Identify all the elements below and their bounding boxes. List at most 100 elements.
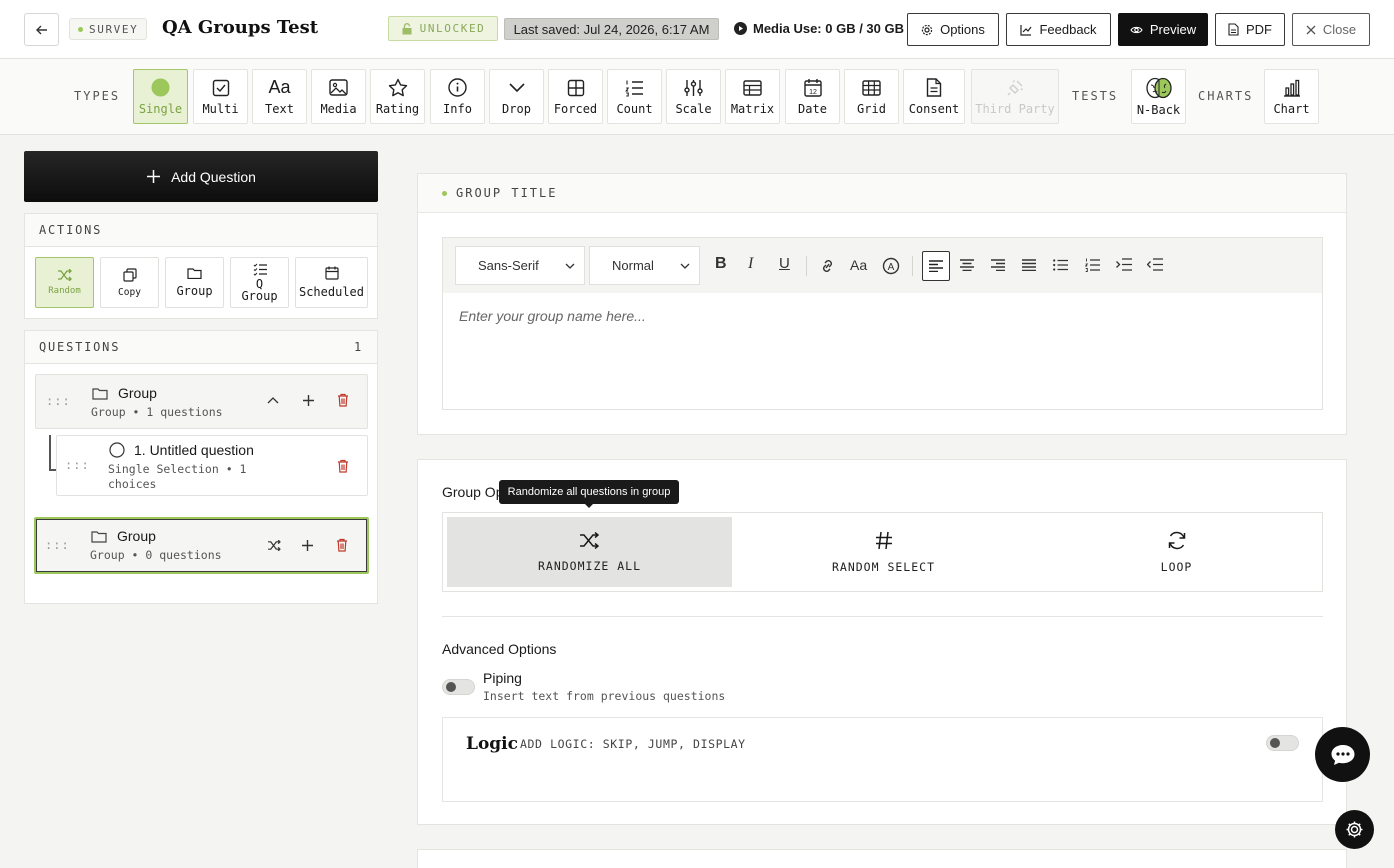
link-icon[interactable] [819, 258, 836, 274]
question-list-item-group-selected[interactable]: ::: Group Group • 0 questions [34, 517, 369, 574]
line-chart-icon [1020, 24, 1032, 36]
question-list-item[interactable]: ::: 1. Untitled question Single Selectio… [56, 435, 368, 496]
status-dot-icon [442, 190, 447, 196]
folder-icon [91, 531, 107, 543]
group-title-card: GROUP TITLE Sans-Serif Normal B I U Aa A [417, 173, 1347, 435]
chevron-down-icon [565, 263, 575, 269]
font-family-select[interactable]: Sans-Serif [455, 246, 585, 285]
pdf-button[interactable]: PDF [1215, 13, 1285, 46]
questions-panel: QUESTIONS 1 ::: Group Group • 1 question… [24, 330, 378, 604]
type-multi-button[interactable]: Multi [193, 69, 248, 124]
drag-handle-icon[interactable]: ::: [45, 538, 70, 552]
type-grid-button[interactable]: Grid [844, 69, 899, 124]
feedback-label: Feedback [1039, 22, 1097, 37]
action-random-button[interactable]: Random [35, 257, 94, 308]
font-style-icon[interactable]: Aa [850, 257, 867, 273]
lock-status-badge[interactable]: UNLOCKED [388, 16, 498, 41]
tests-section-label: TESTS [1072, 89, 1119, 103]
type-label: Matrix [730, 101, 775, 116]
type-single-button[interactable]: Single [133, 69, 188, 124]
action-group-button[interactable]: Group [165, 257, 224, 308]
toolbar-divider [912, 256, 913, 276]
font-size-select[interactable]: Normal [589, 246, 700, 285]
chat-button[interactable] [1315, 727, 1370, 782]
type-count-button[interactable]: Count [607, 69, 662, 124]
numbered-list-icon[interactable] [1085, 258, 1100, 272]
shuffle-icon[interactable] [267, 540, 281, 551]
test-nback-button[interactable]: N-Back [1131, 69, 1186, 124]
group-options-selector: RANDOMIZE ALL RANDOM SELECT LOOP [442, 512, 1323, 592]
actions-label: ACTIONS [39, 223, 103, 237]
type-info-button[interactable]: Info [430, 69, 485, 124]
underline-icon[interactable]: U [779, 255, 790, 272]
plus-icon[interactable] [301, 539, 314, 552]
arrow-left-icon [35, 25, 47, 34]
clear-format-icon[interactable]: A [882, 257, 900, 275]
shuffle-icon [580, 531, 600, 549]
action-q-group-button[interactable]: Q Group [230, 257, 289, 308]
logic-panel: Logic ADD LOGIC: SKIP, JUMP, DISPLAY [442, 717, 1323, 802]
type-label: Rating [375, 101, 420, 116]
type-label: Grid [857, 101, 886, 116]
plug-icon [1007, 79, 1023, 95]
options-label: Options [940, 22, 985, 37]
question-subtitle-line2: choices [108, 477, 157, 491]
randomize-all-option[interactable]: RANDOMIZE ALL [447, 517, 732, 587]
type-third-party-button[interactable]: Third Party [971, 69, 1059, 124]
close-label: Close [1322, 22, 1357, 37]
align-right-icon[interactable] [991, 259, 1005, 271]
action-copy-button[interactable]: Copy [100, 257, 159, 308]
list-check-icon [253, 263, 267, 276]
add-question-button[interactable]: Add Question [24, 151, 378, 202]
type-drop-button[interactable]: Drop [489, 69, 544, 124]
chevron-up-icon[interactable] [267, 396, 279, 404]
advanced-options-label: Advanced Options [442, 641, 557, 657]
options-button[interactable]: Options [907, 13, 999, 46]
align-center-icon[interactable] [960, 259, 974, 271]
trash-icon[interactable] [336, 538, 348, 552]
piping-toggle[interactable] [442, 679, 475, 695]
type-text-button[interactable]: Aa Text [252, 69, 307, 124]
bullet-list-icon[interactable] [1053, 259, 1068, 271]
type-forced-button[interactable]: Forced [548, 69, 603, 124]
italic-icon[interactable]: I [748, 255, 753, 273]
type-rating-button[interactable]: Rating [370, 69, 425, 124]
type-label: Date [798, 101, 827, 116]
loop-option[interactable]: LOOP [1034, 517, 1319, 587]
question-list-item-group[interactable]: ::: Group Group • 1 questions [35, 374, 368, 429]
drag-handle-icon[interactable]: ::: [65, 458, 90, 472]
table-icon [743, 79, 762, 96]
align-left-button[interactable] [922, 251, 950, 281]
plus-icon[interactable] [302, 394, 315, 407]
trash-icon[interactable] [337, 459, 349, 473]
drag-handle-icon[interactable]: ::: [46, 394, 71, 408]
type-matrix-button[interactable]: Matrix [725, 69, 780, 124]
type-consent-button[interactable]: Consent [903, 69, 965, 124]
back-button[interactable] [24, 13, 59, 46]
outdent-icon[interactable] [1147, 258, 1163, 271]
font-size-value: Normal [612, 258, 654, 273]
close-button[interactable]: Close [1292, 13, 1370, 46]
types-section-label: TYPES [74, 89, 121, 103]
eye-icon [1130, 26, 1143, 33]
text-aa-icon: Aa [268, 77, 291, 97]
trash-icon[interactable] [337, 393, 349, 407]
align-justify-icon[interactable] [1022, 259, 1036, 271]
image-icon [329, 79, 348, 96]
random-select-option[interactable]: RANDOM SELECT [741, 517, 1026, 587]
logic-toggle[interactable] [1266, 735, 1299, 751]
feedback-button[interactable]: Feedback [1006, 13, 1111, 46]
action-scheduled-button[interactable]: Scheduled [295, 257, 368, 308]
type-date-button[interactable]: 12 Date [785, 69, 840, 124]
type-scale-button[interactable]: Scale [666, 69, 721, 124]
actions-header: ACTIONS [25, 214, 377, 247]
settings-button[interactable] [1335, 810, 1374, 849]
chart-button[interactable]: Chart [1264, 69, 1319, 124]
type-media-button[interactable]: Media [311, 69, 366, 124]
preview-button[interactable]: Preview [1118, 13, 1208, 46]
indent-icon[interactable] [1116, 258, 1132, 271]
group-name-input[interactable]: Enter your group name here... [459, 308, 646, 324]
hash-icon [875, 531, 892, 549]
shuffle-icon [58, 269, 72, 281]
bold-icon[interactable]: B [715, 255, 727, 273]
